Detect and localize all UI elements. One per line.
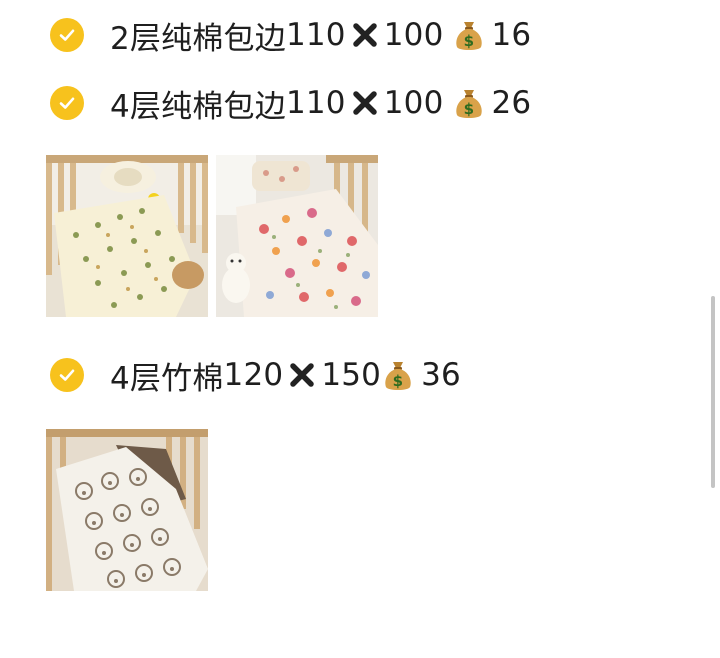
item-description: 4层竹棉 xyxy=(110,360,224,397)
svg-text:$: $ xyxy=(393,372,404,390)
product-photo-bear-blanket[interactable] xyxy=(46,429,208,591)
item-line-2: 4层纯棉包边 110 100 $ 26 xyxy=(50,83,532,125)
product-photo-floral-blanket[interactable] xyxy=(216,155,378,317)
size-height: 150 xyxy=(321,357,382,393)
item-line-1: 2层纯棉包边 110 100 $ 16 xyxy=(50,15,532,57)
item-line-3: 4层竹棉 120 150 $ 36 xyxy=(50,355,461,397)
size-height: 100 xyxy=(383,85,444,121)
size-height: 100 xyxy=(383,17,444,53)
svg-text:$: $ xyxy=(463,32,474,50)
money-bag-icon: $ xyxy=(454,18,484,52)
money-bag-icon: $ xyxy=(454,86,484,120)
size-width: 110 xyxy=(285,17,346,53)
vertical-scrollbar[interactable] xyxy=(711,296,715,488)
check-circle-icon xyxy=(50,18,84,52)
price: 26 xyxy=(491,85,532,121)
item-description: 2层纯棉包边 xyxy=(110,20,286,57)
heavy-multiplication-x-icon xyxy=(352,22,378,48)
price: 36 xyxy=(421,357,461,393)
price: 16 xyxy=(491,17,532,53)
item-description: 4层纯棉包边 xyxy=(110,88,286,125)
size-width: 120 xyxy=(223,357,284,393)
product-photo-leaf-blanket[interactable] xyxy=(46,155,208,317)
check-circle-icon xyxy=(50,358,84,392)
check-circle-icon xyxy=(50,86,84,120)
svg-text:$: $ xyxy=(463,100,474,118)
heavy-multiplication-x-icon xyxy=(289,362,315,388)
money-bag-icon: $ xyxy=(383,358,413,392)
heavy-multiplication-x-icon xyxy=(352,90,378,116)
size-width: 110 xyxy=(285,85,346,121)
